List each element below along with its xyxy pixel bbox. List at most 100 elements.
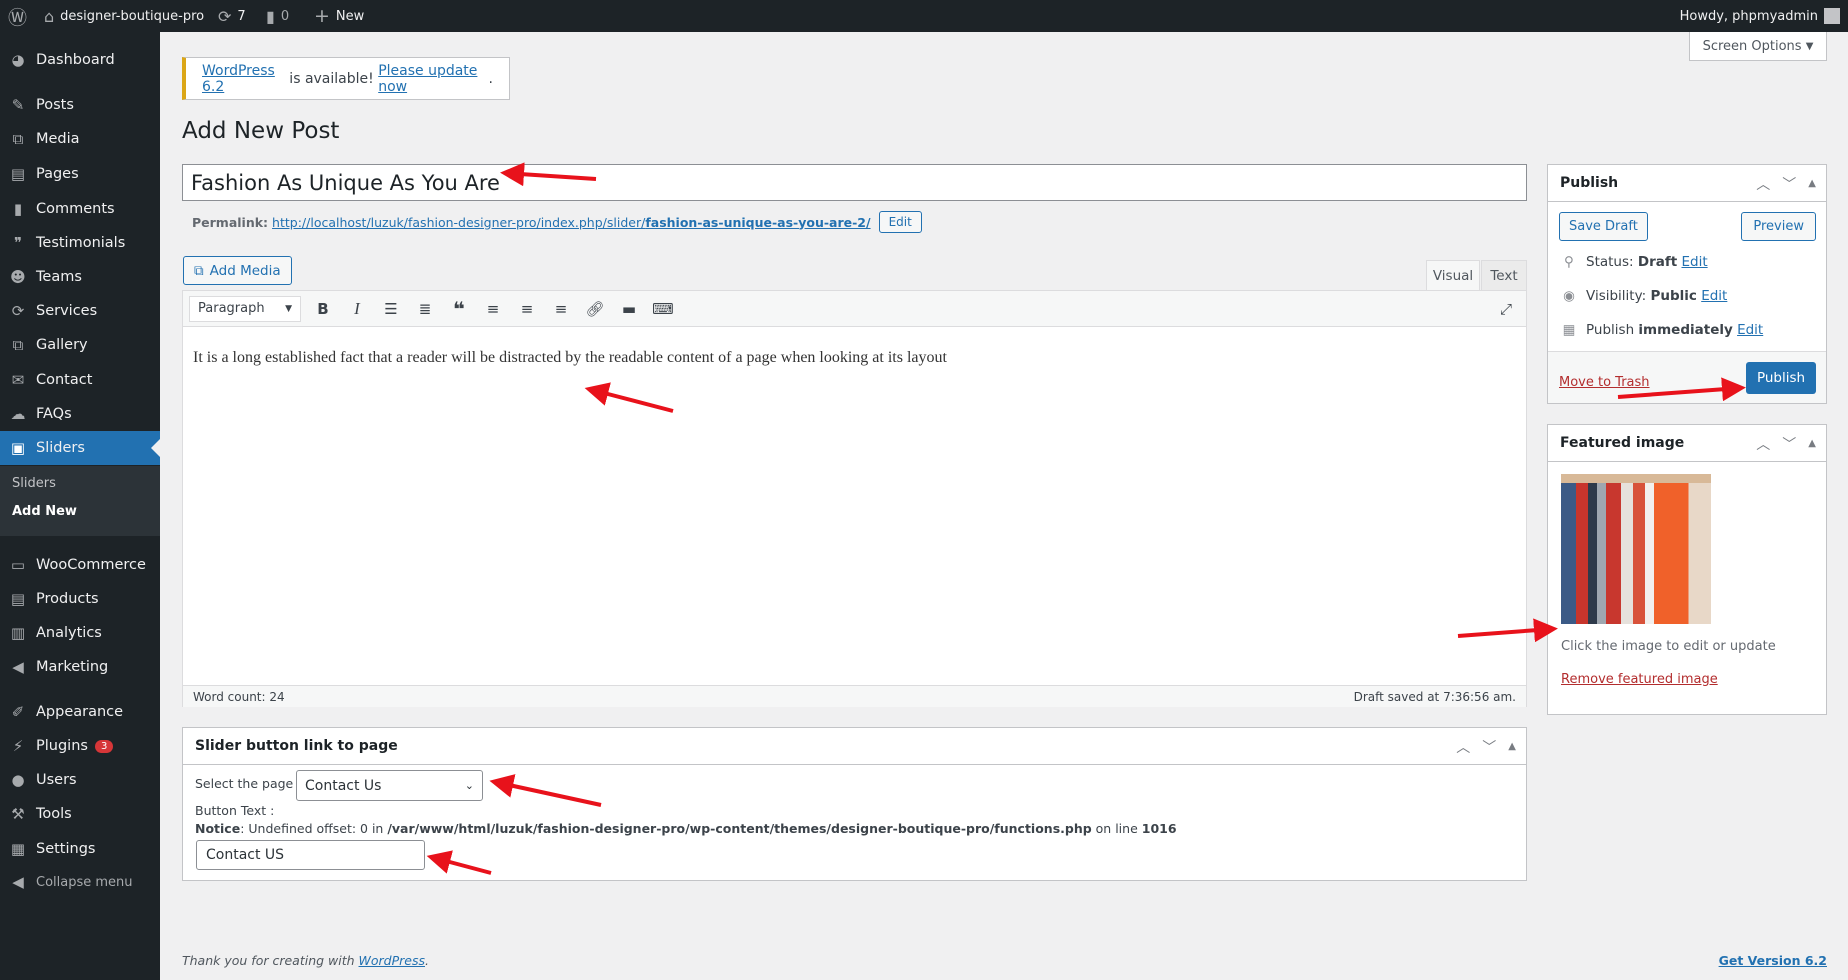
notice-end: . [488,70,493,87]
php-notice: Notice: Undefined offset: 0 in /var/www/… [195,821,1177,836]
edit-visibility-link[interactable]: Edit [1701,288,1727,304]
screen-options-button[interactable]: Screen Options ▼ [1689,32,1827,61]
move-down-icon[interactable]: ﹀ [1482,737,1496,757]
site-name-link[interactable]: ⌂ designer-boutique-pro [44,0,204,32]
toolbar-toggle-icon[interactable]: ⌨ [647,295,679,323]
remove-featured-image-link[interactable]: Remove featured image [1561,672,1718,687]
align-center-icon[interactable]: ≡ [511,295,543,323]
tab-visual[interactable]: Visual [1426,260,1480,291]
format-select[interactable]: Paragraph ▼ [189,295,301,322]
sidebar-item-label: Plugins [36,738,88,754]
align-left-icon[interactable]: ≡ [477,295,509,323]
sidebar-item-label: Analytics [36,625,102,641]
sidebar-item-faqs[interactable]: ☁ FAQs [0,397,160,431]
format-value: Paragraph [198,301,265,316]
read-more-icon[interactable]: ▬ [613,295,645,323]
sidebar-item-teams[interactable]: ☻ Teams [0,260,160,294]
edit-publish-time-link[interactable]: Edit [1737,322,1763,338]
sidebar-item-posts[interactable]: ✎ Posts [0,88,160,122]
submenu-add-new[interactable]: Add New [12,504,77,519]
sidebar-item-label: Collapse menu [36,874,133,890]
submenu-sliders[interactable]: Sliders [12,476,56,491]
sidebar-item-appearance[interactable]: ✐ Appearance [0,695,160,729]
align-right-icon[interactable]: ≡ [545,295,577,323]
sidebar-item-label: Appearance [36,704,124,720]
sidebar-item-users[interactable]: ● Users [0,763,160,797]
post-title-input[interactable]: Fashion As Unique As You Are [182,164,1527,201]
move-up-icon[interactable]: ︿ [1456,737,1470,757]
caret-down-icon: ▼ [285,303,292,314]
sidebar-item-settings[interactable]: ▦ Settings [0,832,160,866]
chevron-down-icon: ⌄ [464,779,474,792]
save-draft-button[interactable]: Save Draft [1559,212,1648,241]
move-up-icon[interactable]: ︿ [1756,174,1770,194]
sidebar-item-comments[interactable]: ▮ Comments [0,192,160,226]
wordpress-link[interactable]: WordPress [359,953,425,968]
brush-icon: ✐ [11,703,25,721]
sidebar-item-tools[interactable]: ⚒ Tools [0,797,160,831]
italic-icon[interactable]: I [341,295,373,323]
sidebar-item-label: Posts [36,97,74,113]
wordpress-logo-icon[interactable]: Ⓦ [8,0,27,32]
move-down-icon[interactable]: ﹀ [1782,434,1796,454]
edit-status-link[interactable]: Edit [1681,254,1707,270]
word-count: Word count: 24 [193,689,285,704]
move-up-icon[interactable]: ︿ [1756,434,1770,454]
screen-options-label: Screen Options [1702,38,1802,54]
megaphone-icon: ◀ [12,658,24,676]
move-to-trash-link[interactable]: Move to Trash [1559,375,1650,390]
sidebar-item-analytics[interactable]: ▥ Analytics [0,616,160,650]
toggle-panel-icon[interactable]: ▲ [1808,178,1816,189]
sidebar-item-dashboard[interactable]: ◕ Dashboard [0,43,160,77]
page-select[interactable]: Contact Us ⌄ [296,770,483,801]
sidebar-item-products[interactable]: ▤ Products [0,582,160,616]
publish-button[interactable]: Publish [1746,362,1816,394]
sidebar-item-pages[interactable]: ▤ Pages [0,157,160,191]
link-icon[interactable]: 🔗︎ [579,295,611,323]
updates-link[interactable]: ⟳ 7 [218,0,246,32]
numbered-list-icon[interactable]: ≣ [409,295,441,323]
sidebar-item-woocommerce[interactable]: ▭ WooCommerce [0,548,160,582]
sidebar-item-collapse-menu[interactable]: ◀ Collapse menu [0,865,160,899]
update-now-link[interactable]: Please update now [378,63,488,95]
move-down-icon[interactable]: ﹀ [1782,174,1796,194]
sidebar-item-sliders[interactable]: ▣ Sliders [0,431,160,465]
toggle-panel-icon[interactable]: ▲ [1508,741,1516,752]
add-media-button[interactable]: ⧉ Add Media [183,256,292,285]
eye-icon: ◉ [1563,288,1575,304]
button-text-input[interactable]: Contact US [196,840,425,870]
sidebar-item-media[interactable]: ⧉ Media [0,122,160,156]
sidebar-item-contact[interactable]: ✉ Contact [0,363,160,397]
editor-toolbar: Paragraph ▼ B I ☰ ≣ ❝ ≡ ≡ ≡ 🔗︎ ▬ ⌨ ⤢ [183,291,1526,327]
comments-link[interactable]: ▮ 0 [266,0,289,32]
sidebar-item-testimonials[interactable]: ❞ Testimonials [0,226,160,260]
get-version-link[interactable]: Get Version 6.2 [1719,953,1827,968]
tab-text[interactable]: Text [1481,260,1527,291]
sidebar-item-marketing[interactable]: ◀ Marketing [0,650,160,684]
bold-icon[interactable]: B [307,295,339,323]
updates-count: 7 [237,8,246,24]
sidebar-item-services[interactable]: ⟳ Services [0,294,160,328]
sidebar-item-label: Dashboard [36,52,115,68]
admin-bar: Ⓦ ⌂ designer-boutique-pro ⟳ 7 ▮ 0 + New Howd… [0,0,1848,32]
sidebar-item-label: WooCommerce [36,557,146,573]
featured-image-thumbnail[interactable] [1561,474,1711,624]
collapse-icon: ◀ [12,873,24,891]
notice-message: : Undefined offset: 0 in [240,821,388,836]
bullet-list-icon[interactable]: ☰ [375,295,407,323]
edit-slug-button[interactable]: Edit [878,211,922,233]
preview-button[interactable]: Preview [1741,212,1816,241]
sidebar-item-label: Media [36,131,80,147]
sidebar-item-gallery[interactable]: ⧉ Gallery [0,328,160,362]
fullscreen-icon[interactable]: ⤢ [1490,295,1522,323]
editor-content[interactable]: It is a long established fact that a rea… [183,327,1526,685]
wordpress-version-link[interactable]: WordPress 6.2 [202,63,285,95]
blockquote-icon[interactable]: ❝ [443,295,475,323]
new-content-link[interactable]: + New [314,0,364,32]
sidebar-item-plugins[interactable]: ⚡ Plugins 3 [0,729,160,763]
my-account-link[interactable]: Howdy, phpmyadmin [1680,0,1840,32]
draft-saved: Draft saved at 7:36:56 am. [1353,689,1516,704]
toggle-panel-icon[interactable]: ▲ [1808,438,1816,449]
permalink-url[interactable]: http://localhost/luzuk/fashion-designer-… [272,215,871,230]
button-text-label: Button Text : [195,803,275,818]
